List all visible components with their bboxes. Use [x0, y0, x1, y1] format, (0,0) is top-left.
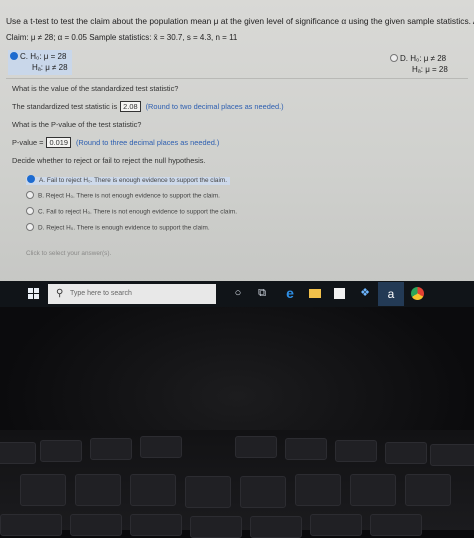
- hypothesis-choice-d[interactable]: D. H₀: μ ≠ 28 Hₐ: μ = 28: [390, 53, 448, 75]
- decision-option-b[interactable]: B. Reject H₀. There is not enough eviden…: [26, 191, 220, 200]
- chrome-icon[interactable]: [410, 286, 424, 300]
- keyboard-key: [75, 474, 121, 506]
- search-icon: ⚲: [56, 288, 64, 299]
- keyboard-key: [0, 514, 62, 536]
- taskbar: ⚲ Type here to search ○ ⧉ e ❖ a: [0, 281, 474, 307]
- choice-d-ha: Hₐ: μ = 28: [412, 65, 448, 74]
- taskbar-search-input[interactable]: ⚲ Type here to search: [48, 284, 216, 304]
- radio-icon[interactable]: [390, 53, 398, 62]
- question-header: Use a t-test to test the claim about the…: [6, 16, 474, 26]
- standardized-prefix: The standardized test statistic is: [12, 102, 118, 111]
- standardized-answer-box[interactable]: 2.08: [120, 101, 141, 112]
- keyboard-key: [385, 442, 427, 464]
- cortana-icon[interactable]: ○: [231, 286, 245, 300]
- pvalue-question: What is the P-value of the test statisti…: [12, 120, 142, 129]
- keyboard-key: [70, 514, 122, 536]
- standardized-question: What is the value of the standardized te…: [12, 84, 179, 93]
- choice-c-label: C.: [20, 52, 28, 61]
- keyboard-key: [250, 516, 302, 538]
- decision-option-d[interactable]: D. Reject H₀. There is enough evidence t…: [26, 223, 210, 232]
- radio-icon[interactable]: [26, 207, 34, 215]
- option-d-label: D.: [38, 224, 45, 232]
- windows-start-icon[interactable]: [28, 288, 40, 300]
- keyboard-key: [295, 474, 341, 506]
- dropbox-icon[interactable]: ❖: [358, 286, 372, 300]
- option-b-text: Reject H₀. There is not enough evidence …: [45, 192, 220, 200]
- keyboard-key: [405, 474, 451, 506]
- standardized-hint: (Round to two decimal places as needed.): [145, 102, 284, 111]
- pvalue-answer-line: P-value = 0.019 (Round to three decimal pl…: [12, 137, 219, 148]
- option-c-text: Fail to reject H₀. There is not enough e…: [46, 208, 237, 216]
- keyboard-key: [20, 474, 66, 506]
- option-b-label: B.: [38, 192, 45, 200]
- option-a-text: Fail to reject H₀. There is enough evide…: [46, 176, 227, 184]
- search-placeholder: Type here to search: [70, 290, 132, 297]
- pvalue-answer-box[interactable]: 0.019: [46, 137, 71, 148]
- keyboard-key: [240, 476, 286, 508]
- keyboard-key: [370, 514, 422, 536]
- laptop-keyboard: [0, 430, 474, 538]
- radio-selected-icon[interactable]: [10, 51, 18, 60]
- keyboard-key: [40, 440, 82, 462]
- choice-c-h0: H₀: μ = 28: [30, 52, 67, 61]
- option-a-label: A.: [39, 176, 46, 184]
- store-icon[interactable]: [332, 286, 346, 300]
- hypothesis-choice-c[interactable]: C. H₀: μ = 28 Hₐ: μ ≠ 28: [8, 50, 72, 75]
- claim-line: Claim: μ ≠ 28; α = 0.05 Sample statistic…: [6, 33, 238, 42]
- radio-icon[interactable]: [26, 223, 34, 231]
- divider: [6, 78, 468, 79]
- decision-option-a[interactable]: A. Fail to reject H₀. There is enough ev…: [26, 175, 230, 185]
- radio-icon[interactable]: [26, 191, 34, 199]
- keyboard-key: [285, 438, 327, 460]
- choice-d-h0: H₀: μ ≠ 28: [410, 54, 447, 63]
- option-c-label: C.: [38, 208, 45, 216]
- standardized-answer-line: The standardized test statistic is 2.08 (R…: [12, 101, 284, 112]
- keyboard-key: [430, 444, 474, 466]
- click-to-select-hint: Click to select your answer(s).: [26, 250, 112, 257]
- decision-option-c[interactable]: C. Fail to reject H₀. There is not enoug…: [26, 207, 237, 216]
- pvalue-hint: (Round to three decimal places as needed…: [75, 138, 220, 147]
- option-d-text: Reject H₀. There is enough evidence to s…: [46, 224, 210, 232]
- radio-selected-icon[interactable]: [27, 175, 35, 183]
- keyboard-key: [0, 442, 36, 464]
- browser-content: Use a t-test to test the claim about the…: [0, 0, 474, 288]
- choice-d-label: D.: [400, 54, 408, 63]
- edge-icon[interactable]: e: [283, 286, 297, 300]
- choice-c-ha: Hₐ: μ ≠ 28: [32, 63, 68, 72]
- pvalue-prefix: P-value =: [12, 138, 44, 147]
- amazon-icon[interactable]: a: [378, 282, 404, 306]
- keyboard-key: [185, 476, 231, 508]
- task-view-icon[interactable]: ⧉: [255, 286, 269, 300]
- keyboard-key: [90, 438, 132, 460]
- keyboard-key: [190, 516, 242, 538]
- keyboard-key: [335, 440, 377, 462]
- keyboard-key: [350, 474, 396, 506]
- file-explorer-icon[interactable]: [308, 286, 322, 300]
- keyboard-key: [140, 436, 182, 458]
- keyboard-key: [130, 514, 182, 536]
- decision-question: Decide whether to reject or fail to reje…: [12, 156, 206, 165]
- keyboard-key: [235, 436, 277, 458]
- keyboard-key: [310, 514, 362, 536]
- keyboard-key: [130, 474, 176, 506]
